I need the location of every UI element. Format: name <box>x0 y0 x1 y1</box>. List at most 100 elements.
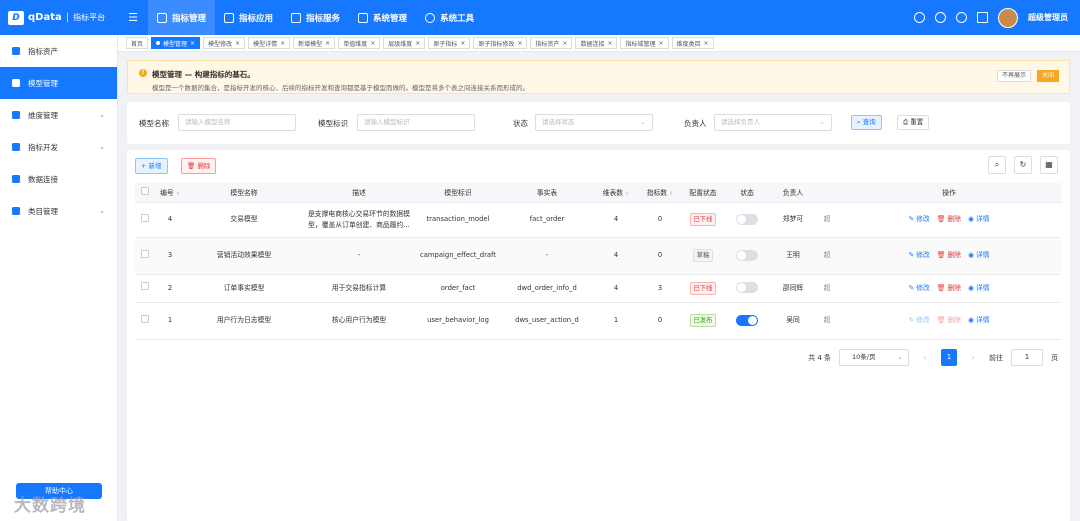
sort-icon[interactable]: ⇕ <box>176 191 180 197</box>
menu-toggle-icon[interactable]: ☰ <box>118 11 148 24</box>
fullscreen-icon[interactable] <box>977 12 988 23</box>
model-name-input[interactable]: 请输入模型名称 <box>178 114 296 131</box>
table-row[interactable]: 1 用户行为日志模型 核心用户行为模型 user_behavior_log dw… <box>135 302 1061 340</box>
search-button[interactable]: ⌕ 查询 <box>851 115 882 130</box>
status-toggle[interactable] <box>736 249 758 261</box>
tab-home[interactable]: 首页 <box>126 37 149 49</box>
next-page-icon[interactable]: › <box>965 349 981 366</box>
close-icon[interactable]: × <box>370 40 375 47</box>
sidebar-item-dimension-management[interactable]: 维度管理 ⌄ <box>0 99 117 131</box>
col-description: 描述 <box>303 183 415 203</box>
cell-owner: 郑梦可 <box>769 202 817 238</box>
avatar[interactable] <box>998 7 1018 28</box>
refresh-icon[interactable] <box>935 12 946 23</box>
close-icon[interactable]: × <box>325 40 330 47</box>
table-row[interactable]: 3 营销活动效果模型 - campaign_effect_draft - 4 0… <box>135 237 1061 275</box>
col-metric-count[interactable]: 指标数 ⇕ <box>639 183 681 203</box>
close-icon[interactable]: × <box>460 40 465 47</box>
row-checkbox[interactable] <box>141 314 149 323</box>
refresh-icon[interactable]: ↻ <box>1014 156 1032 174</box>
edit-button[interactable]: ✎ 修改 <box>908 250 929 261</box>
page-jump-input[interactable]: 1 <box>1011 349 1043 366</box>
tab-metric-assets[interactable]: 指标资产 × <box>530 37 573 49</box>
detail-button[interactable]: ◉ 详情 <box>968 283 990 294</box>
tab-model-edit[interactable]: 模型修改 × <box>203 37 246 49</box>
page-size-select[interactable]: 10条/页 ⌄ <box>839 349 909 366</box>
detail-button[interactable]: ◉ 详情 <box>968 214 990 225</box>
status-toggle[interactable] <box>736 282 758 294</box>
tab-model-detail[interactable]: 模型详情 × <box>248 37 291 49</box>
delete-row-button[interactable]: 🗑 删除 <box>937 283 961 294</box>
bell-icon[interactable] <box>914 12 925 23</box>
nav-system-tools[interactable]: 系统工具 <box>416 0 483 35</box>
close-icon[interactable]: × <box>517 40 522 47</box>
edit-button[interactable]: ✎ 修改 <box>908 283 929 294</box>
close-icon[interactable]: × <box>280 40 285 47</box>
column-settings-icon[interactable]: ▦ <box>1040 156 1058 174</box>
delete-button[interactable]: 🗑 删除 <box>181 158 217 174</box>
tab-atomic-metric[interactable]: 原子指标 × <box>428 37 471 49</box>
search-icon[interactable] <box>956 12 967 23</box>
row-checkbox[interactable] <box>141 249 149 258</box>
col-id[interactable]: 编号 ⇕ <box>155 183 185 203</box>
close-icon[interactable]: × <box>415 40 420 47</box>
select-all-checkbox[interactable] <box>141 187 149 196</box>
sidebar-item-category-management[interactable]: 类目管理 ⌄ <box>0 195 117 227</box>
delete-row-button[interactable]: 🗑 删除 <box>937 315 961 326</box>
prev-page-icon[interactable]: ‹ <box>917 349 933 366</box>
delete-row-button[interactable]: 🗑 删除 <box>937 214 961 225</box>
close-icon[interactable]: × <box>659 40 664 47</box>
status-toggle[interactable] <box>736 314 758 326</box>
tab-single-dimension[interactable]: 单值维度 × <box>338 37 381 49</box>
close-notice-button[interactable]: 关闭 <box>1036 70 1059 82</box>
dont-show-again-button[interactable]: 不再展示 <box>996 70 1031 82</box>
info-icon: ! <box>139 69 147 77</box>
nav-system-management[interactable]: 系统管理 <box>349 0 416 35</box>
tab-metric-domain[interactable]: 指标域管理 × <box>620 37 669 49</box>
search-icon[interactable]: ⌕ <box>988 156 1006 174</box>
edit-button[interactable]: ✎ 修改 <box>908 315 929 326</box>
tab-data-connection[interactable]: 数据连接 × <box>575 37 618 49</box>
detail-button[interactable]: ◉ 详情 <box>968 250 990 261</box>
owner-select[interactable]: 请选择负责人 ⌄ <box>714 114 832 131</box>
add-button[interactable]: + 新增 <box>135 158 168 174</box>
status-select[interactable]: 请选择状态 ⌄ <box>535 114 653 131</box>
edit-button[interactable]: ✎ 修改 <box>908 214 929 225</box>
delete-row-button[interactable]: 🗑 删除 <box>937 250 961 261</box>
nav-metric-application[interactable]: 指标应用 <box>215 0 282 35</box>
row-checkbox[interactable] <box>141 213 149 222</box>
close-icon[interactable]: × <box>235 40 240 47</box>
tab-model-management[interactable]: 模型管理 × <box>151 37 201 49</box>
reset-button[interactable]: ⎙ 重置 <box>897 115 930 130</box>
close-icon[interactable]: × <box>704 40 709 47</box>
status-toggle[interactable] <box>736 213 758 225</box>
sidebar-item-metric-development[interactable]: 指标开发 ⌄ <box>0 131 117 163</box>
sidebar-item-model-management[interactable]: 模型管理 <box>0 67 117 99</box>
nav-metric-management[interactable]: 指标管理 <box>148 0 216 35</box>
sort-icon[interactable]: ⇕ <box>625 191 629 197</box>
col-dim-count[interactable]: 维表数 ⇕ <box>593 183 639 203</box>
tab-atomic-metric-edit[interactable]: 原子指标修改 × <box>473 37 528 49</box>
tab-new-model[interactable]: 新增模型 × <box>293 37 336 49</box>
page-number[interactable]: 1 <box>941 349 957 366</box>
user-name[interactable]: 超级管理员 <box>1028 12 1068 23</box>
nav-metric-service[interactable]: 指标服务 <box>282 0 349 35</box>
owner-placeholder: 请选择负责人 <box>721 118 760 126</box>
table-row[interactable]: 2 订单事实模型 用于交易指标计算 order_fact dwd_order_i… <box>135 274 1061 303</box>
logo-icon: D <box>8 10 24 25</box>
table-row[interactable]: 4 交易模型 是支撑电商核心交易环节的数据模型，覆盖从订单创建、商品履约... … <box>135 202 1061 238</box>
close-icon[interactable]: × <box>607 40 612 47</box>
detail-button[interactable]: ◉ 详情 <box>968 315 990 326</box>
close-icon[interactable]: × <box>562 40 567 47</box>
app-logo[interactable]: D qData | 指标平台 <box>0 10 118 25</box>
sidebar-item-metric-assets[interactable]: 指标资产 <box>0 35 117 67</box>
row-checkbox[interactable] <box>141 282 149 290</box>
close-icon[interactable]: × <box>190 40 195 47</box>
model-id-input[interactable]: 请输入模型标识 <box>357 114 475 131</box>
tab-dimension-category[interactable]: 维度类目 × <box>671 37 714 49</box>
sort-icon[interactable]: ⇕ <box>669 191 673 197</box>
tab-hierarchy-dimension[interactable]: 层级维度 × <box>383 37 426 49</box>
cell-status <box>725 274 769 303</box>
edit-label: 修改 <box>916 215 930 223</box>
sidebar-item-data-connection[interactable]: 数据连接 <box>0 163 117 195</box>
